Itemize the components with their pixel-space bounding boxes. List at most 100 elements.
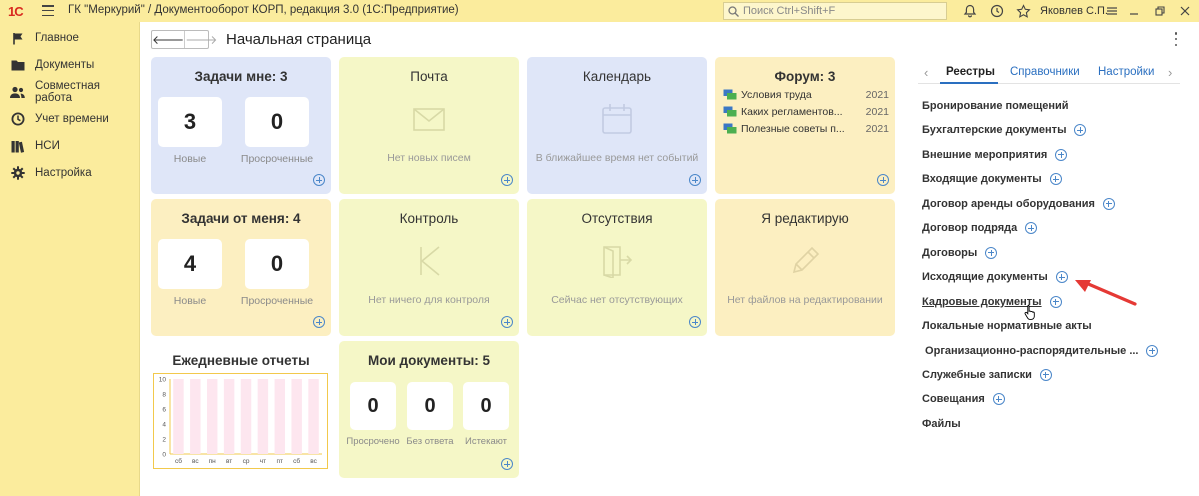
forward-button[interactable]: 🡒 [185,31,217,48]
chart-bar[interactable] [257,379,269,454]
chart-bar[interactable] [190,379,201,454]
register-item[interactable]: Внешние мероприятия [922,147,1068,163]
history-icon[interactable] [989,3,1005,19]
register-label[interactable]: Локальные нормативные акты [922,320,1092,332]
back-button[interactable]: 🡐 [152,31,186,48]
add-register-icon[interactable] [1102,197,1115,210]
menu-icon[interactable] [42,5,54,16]
bell-icon[interactable] [962,3,978,19]
register-item[interactable]: Исходящие документы [922,269,1068,285]
register-label[interactable]: Совещания [922,393,985,405]
user-name[interactable]: Яковлев С.П. [1040,5,1108,17]
sidebar-item-time-tracking[interactable]: Учет времени [0,109,140,129]
counter-new[interactable]: 3 [158,97,222,147]
add-event-icon[interactable] [689,174,701,186]
tab-catalogs[interactable]: Справочники [1010,66,1080,78]
tile-calendar[interactable]: Календарь В ближайшее время нет событий [527,57,707,194]
chart-bar[interactable] [240,379,252,454]
register-item[interactable]: Кадровые документы [922,294,1062,310]
add-register-icon[interactable] [1049,173,1062,186]
counter-new[interactable]: 4 [158,239,222,289]
chart-bar[interactable] [274,379,286,454]
register-label[interactable]: Договоры [922,247,977,259]
tile-control[interactable]: Контроль Нет ничего для контроля [339,199,519,336]
add-mail-icon[interactable] [501,174,513,186]
sidebar-item-settings[interactable]: Настройка [0,163,140,183]
add-register-icon[interactable] [1074,124,1087,137]
register-item[interactable]: Договор аренды оборудования [922,196,1115,212]
add-task-icon[interactable] [313,316,325,328]
chart-bar[interactable] [223,379,235,454]
register-label[interactable]: Бронирование помещений [922,100,1069,112]
counter-overdue[interactable]: 0 [245,239,309,289]
forum-topic[interactable]: Условия труда 2021 [723,87,889,102]
register-label[interactable]: Файлы [922,418,961,430]
sidebar-item-main[interactable]: Главное [0,28,140,48]
more-icon[interactable] [1104,3,1120,19]
chart-bar[interactable] [308,379,319,454]
tile-editing[interactable]: Я редактирую Нет файлов на редактировани… [715,199,895,336]
add-topic-icon[interactable] [877,174,889,186]
tile-tasks-to-me[interactable]: Задачи мне: 3 3 0 Новые Просроченные [151,57,331,194]
register-item[interactable]: Служебные записки [922,367,1052,383]
chart-bar[interactable] [206,379,218,454]
register-item[interactable]: Бухгалтерские документы [922,122,1087,138]
add-register-icon[interactable] [1049,295,1062,308]
forum-topic[interactable]: Полезные советы п... 2021 [723,121,889,136]
star-icon[interactable] [1015,3,1031,19]
minimize-button[interactable] [1125,2,1143,20]
sidebar-item-nsi[interactable]: НСИ [0,136,140,156]
register-label[interactable]: Организационно-распорядительные ... [922,345,1138,357]
register-label[interactable]: Бухгалтерские документы [922,124,1066,136]
register-item[interactable]: Совещания [922,391,1005,407]
register-label[interactable]: Внешние мероприятия [922,149,1047,161]
add-register-icon[interactable] [985,246,998,259]
add-absence-icon[interactable] [689,316,701,328]
page-menu-icon[interactable] [1172,32,1180,46]
register-item[interactable]: Файлы [922,416,961,432]
tile-tasks-from-me[interactable]: Задачи от меня: 4 4 0 Новые Просроченные [151,199,331,336]
add-register-icon[interactable] [1146,344,1159,357]
chevron-right-icon[interactable]: › [1168,65,1172,80]
tile-absences[interactable]: Отсутствия Сейчас нет отсутствующих [527,199,707,336]
tab-settings[interactable]: Настройки [1098,66,1154,78]
register-item[interactable]: Договоры [922,245,998,261]
chart-bar[interactable] [173,379,184,454]
register-label[interactable]: Служебные записки [922,369,1032,381]
counter-expiring[interactable]: 0 [463,382,509,430]
tab-registers[interactable]: Реестры [946,66,995,78]
register-item[interactable]: Организационно-распорядительные ... [922,343,1159,359]
search-box[interactable] [723,2,947,20]
tile-mail[interactable]: Почта Нет новых писем [339,57,519,194]
add-control-icon[interactable] [501,316,513,328]
register-label[interactable]: Договор подряда [922,222,1017,234]
counter-no-answer[interactable]: 0 [407,382,453,430]
counter-overdue[interactable]: 0 [245,97,309,147]
tile-my-documents[interactable]: Мои документы: 5 0 0 0 Просрочено Без от… [339,341,519,478]
chevron-left-icon[interactable]: ‹ [924,65,928,80]
register-label[interactable]: Исходящие документы [922,271,1048,283]
add-register-icon[interactable] [1055,148,1068,161]
add-register-icon[interactable] [992,393,1005,406]
register-label[interactable]: Договор аренды оборудования [922,198,1095,210]
register-item[interactable]: Локальные нормативные акты [922,318,1092,334]
close-button[interactable] [1176,2,1194,20]
add-register-icon[interactable] [1055,271,1068,284]
sidebar-item-collaboration[interactable]: Совместная работа [0,80,140,104]
add-register-icon[interactable] [1039,368,1052,381]
register-item[interactable]: Договор подряда [922,220,1038,236]
register-label[interactable]: Входящие документы [922,173,1042,185]
tile-title: Ежедневные отчеты [172,353,310,368]
tile-forum[interactable]: Форум: 3 Условия труда 2021 Каких реглам… [715,57,895,194]
restore-button[interactable] [1151,2,1169,20]
forum-topic[interactable]: Каких регламентов... 2021 [723,104,889,119]
register-item[interactable]: Входящие документы [922,171,1062,187]
add-task-icon[interactable] [313,174,325,186]
counter-overdue[interactable]: 0 [350,382,396,430]
search-input[interactable] [743,5,933,17]
sidebar-item-documents[interactable]: Документы [0,55,140,75]
add-document-icon[interactable] [501,458,513,470]
chart-bar[interactable] [291,379,302,454]
register-item[interactable]: Бронирование помещений [922,98,1069,114]
add-register-icon[interactable] [1025,222,1038,235]
